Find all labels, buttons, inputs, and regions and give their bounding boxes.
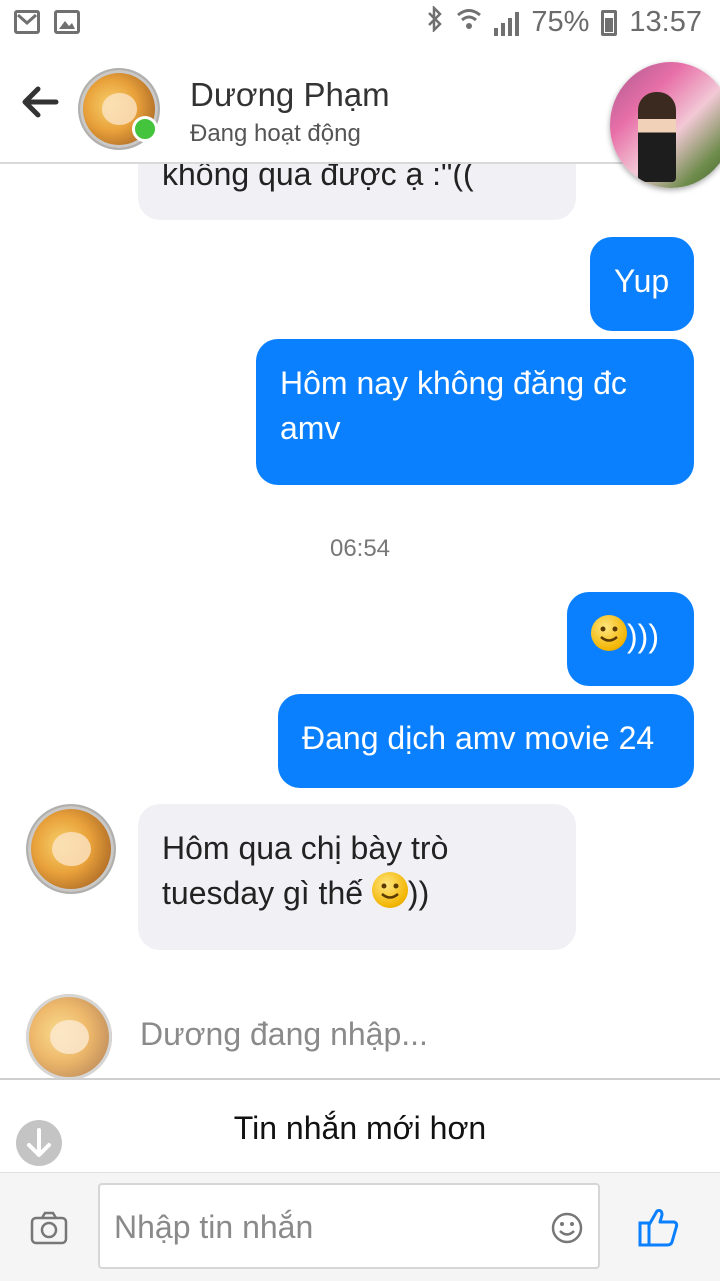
contact-avatar[interactable] [26, 804, 116, 894]
thumbs-up-icon [638, 1209, 679, 1247]
message-bubble-incoming[interactable]: Hôm qua chị bày trò tuesday gì thế )) [138, 804, 576, 950]
slightly-smiling-face-icon [591, 615, 627, 651]
contact-status: Đang hoạt động [190, 120, 361, 147]
message-composer [0, 1172, 720, 1281]
like-button[interactable] [638, 1207, 680, 1247]
message-text-line: Hôm nay không đăng đc [280, 365, 627, 401]
camera-button[interactable] [30, 1211, 68, 1245]
message-text-line: tuesday gì thế )) [162, 871, 552, 916]
message-bubble-outgoing[interactable]: Hôm nay không đăng đc amv [256, 339, 694, 485]
message-bubble-outgoing[interactable]: ))) [567, 592, 694, 686]
message-timestamp: 06:54 [329, 535, 391, 562]
message-text: Yup [614, 263, 670, 299]
newer-messages-label[interactable]: Tin nhắn mới hơn [0, 1110, 720, 1147]
arrow-left-icon [22, 86, 59, 118]
message-bubble-outgoing[interactable]: Yup [590, 237, 694, 331]
newer-messages-bar[interactable]: Tin nhắn mới hơn [0, 1078, 720, 1174]
message-input[interactable] [112, 1201, 536, 1253]
back-button[interactable] [18, 80, 62, 124]
message-bubble-outgoing[interactable]: Đang dịch amv movie 24 [278, 694, 694, 788]
chat-head-bubble[interactable] [610, 62, 720, 188]
contact-name[interactable]: Dương Phạm [190, 76, 390, 114]
avatar-face [50, 1019, 89, 1055]
message-text-line: amv [280, 410, 341, 446]
avatar-face [52, 831, 91, 867]
avatar-face [101, 93, 137, 125]
slightly-smiling-face-icon [371, 872, 408, 908]
typing-avatar [26, 994, 112, 1080]
camera-icon [30, 1211, 68, 1245]
message-text: Đang dịch amv movie 24 [302, 720, 655, 756]
smiley-icon [551, 1212, 583, 1244]
emoji-button[interactable] [550, 1211, 584, 1245]
message-text: ))) [627, 618, 659, 654]
message-input-container[interactable] [98, 1183, 600, 1269]
message-text-line: Hôm qua chị bày trò [162, 830, 449, 866]
online-status-dot [132, 116, 158, 142]
chat-head-photo [638, 92, 676, 182]
message-text: )) [407, 875, 430, 911]
typing-indicator: Dương đang nhập... [140, 1016, 428, 1052]
message-text: tuesday gì thế [162, 875, 364, 911]
